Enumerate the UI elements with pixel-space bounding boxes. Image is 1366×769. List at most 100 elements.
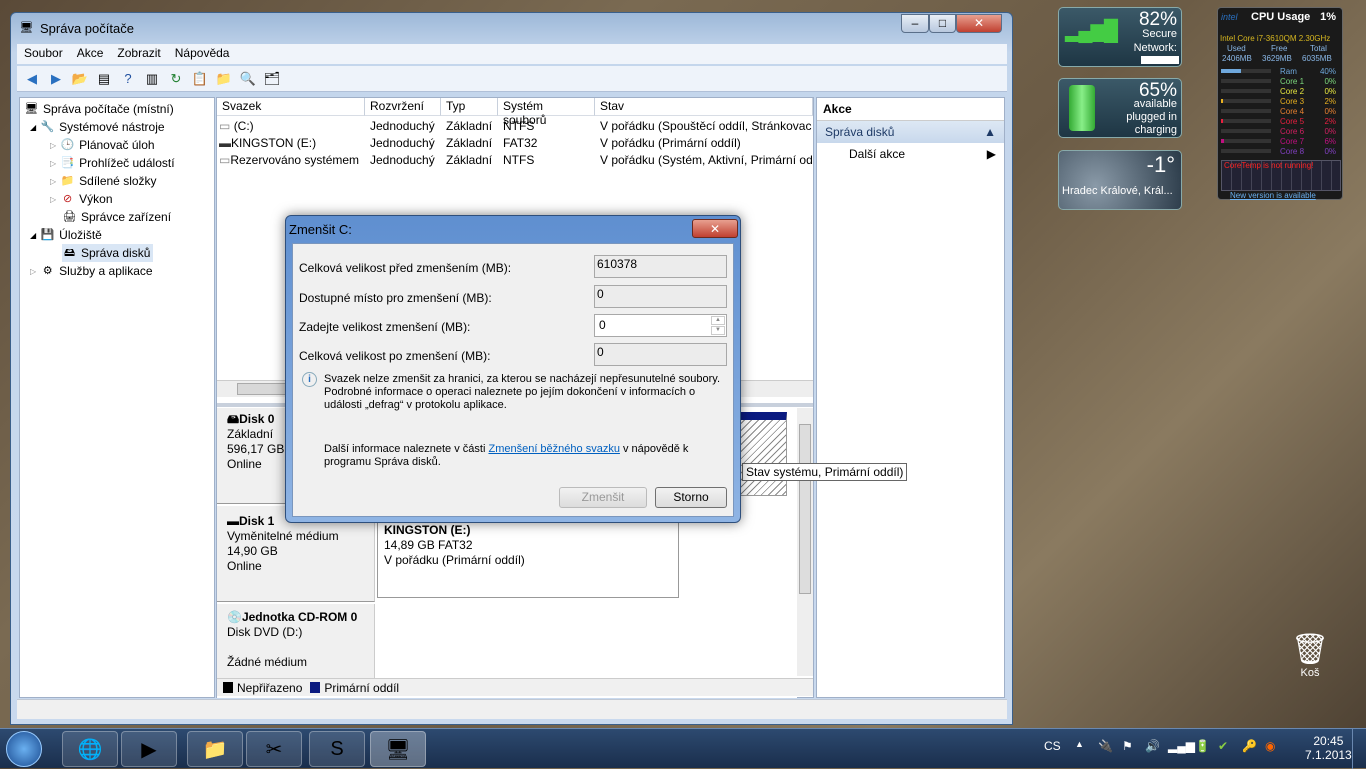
language-indicator[interactable]: CS [1044, 739, 1061, 753]
field-label: Celková velikost po zmenšení (MB): [299, 349, 491, 363]
clock[interactable]: 20:45 7.1.2013 [1305, 734, 1352, 762]
show-hidden-icons[interactable]: ▲ [1075, 739, 1084, 749]
network-gadget[interactable]: ▂▄▆█ 82% Secure Network: [1058, 7, 1182, 67]
snipping-tool-taskbar-icon[interactable]: ✂ [246, 731, 302, 767]
signal-bars-icon: ▂▄▆█ [1065, 20, 1118, 42]
update-link[interactable]: New version is available [1230, 191, 1316, 200]
search-icon[interactable]: 🔍 [239, 70, 257, 88]
usb-icon[interactable]: 🔌 [1098, 739, 1113, 753]
taskbar: 🌐 ▶ 📁 ✂ S 🖥 CS ▲ 🔌 ⚑ 🔊 ▂▄▆ 🔋 ✔ 🔑 ◉ 20:45… [0, 728, 1366, 769]
primary-swatch [310, 682, 321, 693]
performance-icon: ⊘ [63, 192, 73, 205]
chrome-taskbar-icon[interactable]: 🌐 [62, 731, 118, 767]
recycle-bin[interactable]: 🗑 Koš [1290, 632, 1330, 679]
more-actions[interactable]: Další akce ▶ [817, 143, 1004, 165]
explorer-taskbar-icon[interactable]: 📁 [187, 731, 243, 767]
cpu-usage-gadget[interactable]: intel CPU Usage 1% Intel Core i7-3610QM … [1217, 7, 1343, 200]
green-app-icon[interactable]: ✔ [1218, 739, 1228, 753]
help-text: Další informace naleznete v části Zmenše… [324, 443, 689, 468]
show-hide-action-icon[interactable]: ▥ [143, 70, 161, 88]
column-header-filesystem[interactable]: Systém souborů [498, 98, 595, 127]
up-folder-icon[interactable]: 📂 [71, 70, 89, 88]
tree-item-services-applications[interactable]: ▷ ⚙ Služby a aplikace [30, 262, 153, 280]
tooltip: Stav systému, Primární oddíl) [742, 463, 908, 481]
mem-value: 6035MB [1302, 54, 1332, 63]
kingston-partition[interactable]: KINGSTON (E:) 14,89 GB FAT32 V pořádku (… [377, 512, 679, 598]
spin-up-button[interactable]: ▲ [711, 316, 725, 325]
mem-header: Used [1227, 44, 1246, 53]
cdrom-icon: 💿 [227, 610, 242, 624]
battery-gadget[interactable]: 65% available plugged in charging [1058, 78, 1182, 138]
column-header-status[interactable]: Stav [595, 98, 813, 116]
action-center-flag-icon[interactable]: ⚑ [1122, 739, 1133, 753]
key-app-icon[interactable]: 🔑 [1242, 739, 1257, 753]
back-icon[interactable]: ◀ [23, 70, 41, 88]
volume-icon[interactable]: 🔊 [1145, 739, 1160, 753]
column-header-type[interactable]: Typ [441, 98, 498, 116]
tree-item-device-manager[interactable]: 🖨 Správce zařízení [62, 208, 172, 226]
start-button[interactable] [6, 731, 42, 767]
cpu-row-value: 0% [1324, 127, 1336, 136]
tree-item-performance[interactable]: ▷ ⊘ Výkon [50, 190, 113, 208]
collapsed-icon: ▷ [50, 140, 57, 150]
close-button[interactable]: ✕ [956, 14, 1002, 33]
tree-item-computer-management[interactable]: 🖥 Správa počítače (místní) [24, 100, 174, 118]
network-signal-icon[interactable]: ▂▄▆ [1168, 739, 1195, 753]
shrink-button[interactable]: Zmenšit [559, 487, 647, 508]
skype-taskbar-icon[interactable]: S [309, 731, 365, 767]
shrink-size-input[interactable]: 0 ▲ ▼ [594, 314, 727, 337]
tree-item-disk-management[interactable]: 🖴 Správa disků [62, 244, 154, 262]
shared-folder-icon: 📁 [60, 174, 75, 187]
show-hide-tree-icon[interactable]: ▤ [95, 70, 113, 88]
menu-zobrazit[interactable]: Zobrazit [110, 44, 167, 64]
cpu-row-bar [1221, 99, 1271, 103]
column-header-layout[interactable]: Rozvržení [365, 98, 441, 116]
shrink-dialog: Zmenšit C: ✕ Celková velikost před zmenš… [285, 215, 741, 523]
actions-section-disk-management[interactable]: Správa disků ▲ [817, 121, 1004, 143]
collapsed-icon: ▷ [50, 194, 57, 204]
cpu-row-bar [1221, 139, 1271, 143]
window-title: Správa počítače [40, 20, 134, 36]
show-desktop-button[interactable] [1352, 729, 1366, 769]
tree-item-event-viewer[interactable]: ▷ 📑 Prohlížeč událostí [50, 154, 175, 172]
vertical-scrollbar[interactable] [797, 408, 813, 676]
cdrom-label[interactable]: 💿Jednotka CD-ROM 0 Disk DVD (D:) Žádné m… [217, 604, 375, 678]
help-icon[interactable]: ? [119, 70, 137, 88]
cpu-row-bar [1221, 109, 1271, 113]
submenu-arrow-icon: ▶ [986, 147, 996, 161]
menu-bar: Soubor Akce Zobrazit Nápověda [17, 44, 1007, 64]
minimize-button[interactable]: – [901, 14, 929, 33]
forward-icon[interactable]: ▶ [47, 70, 65, 88]
open-folder-icon[interactable]: 📁 [215, 70, 233, 88]
refresh-icon[interactable]: ↻ [167, 70, 185, 88]
tree-item-storage[interactable]: ◢ 💾 Úložiště [30, 226, 102, 244]
computer-management-taskbar-icon[interactable]: 🖥 [370, 731, 426, 767]
navigation-tree: 🖥 Správa počítače (místní) ◢ 🔧 Systémové ná… [19, 97, 215, 698]
media-player-taskbar-icon[interactable]: ▶ [121, 731, 177, 767]
tree-item-shared-folders[interactable]: ▷ 📁 Sdílené složky [50, 172, 157, 190]
properties-icon[interactable]: 📋 [191, 70, 209, 88]
column-header-volume[interactable]: Svazek [217, 98, 365, 116]
disk-management-icon: 🖴 [63, 246, 76, 259]
disk-properties-icon[interactable]: 🗂 [263, 70, 281, 88]
orange-app-icon[interactable]: ◉ [1265, 739, 1275, 753]
power-icon[interactable]: 🔋 [1195, 739, 1210, 753]
spin-down-button[interactable]: ▼ [711, 326, 725, 335]
menu-akce[interactable]: Akce [70, 44, 111, 64]
computer-icon: 🖥 [24, 102, 39, 115]
tree-item-system-tools[interactable]: ◢ 🔧 Systémové nástroje [30, 118, 165, 136]
cancel-button[interactable]: Storno [655, 487, 727, 508]
collapsed-icon: ▷ [50, 158, 57, 168]
dialog-body: Celková velikost před zmenšením (MB): 61… [292, 243, 734, 517]
weather-gadget[interactable]: -1° Hradec Králové, Král... [1058, 150, 1182, 210]
scrollbar-thumb[interactable] [799, 424, 811, 594]
tree-item-task-scheduler[interactable]: ▷ 🕒 Plánovač úloh [50, 136, 155, 154]
menu-soubor[interactable]: Soubor [17, 44, 70, 64]
dialog-close-button[interactable]: ✕ [692, 219, 738, 238]
maximize-button[interactable]: □ [929, 14, 956, 33]
cpu-row-value: 2% [1324, 97, 1336, 106]
system-partition-block[interactable] [737, 412, 787, 496]
actions-header: Akce [817, 98, 1004, 121]
menu-napoveda[interactable]: Nápověda [168, 44, 237, 64]
help-link[interactable]: Zmenšení běžného svazku [488, 443, 619, 455]
